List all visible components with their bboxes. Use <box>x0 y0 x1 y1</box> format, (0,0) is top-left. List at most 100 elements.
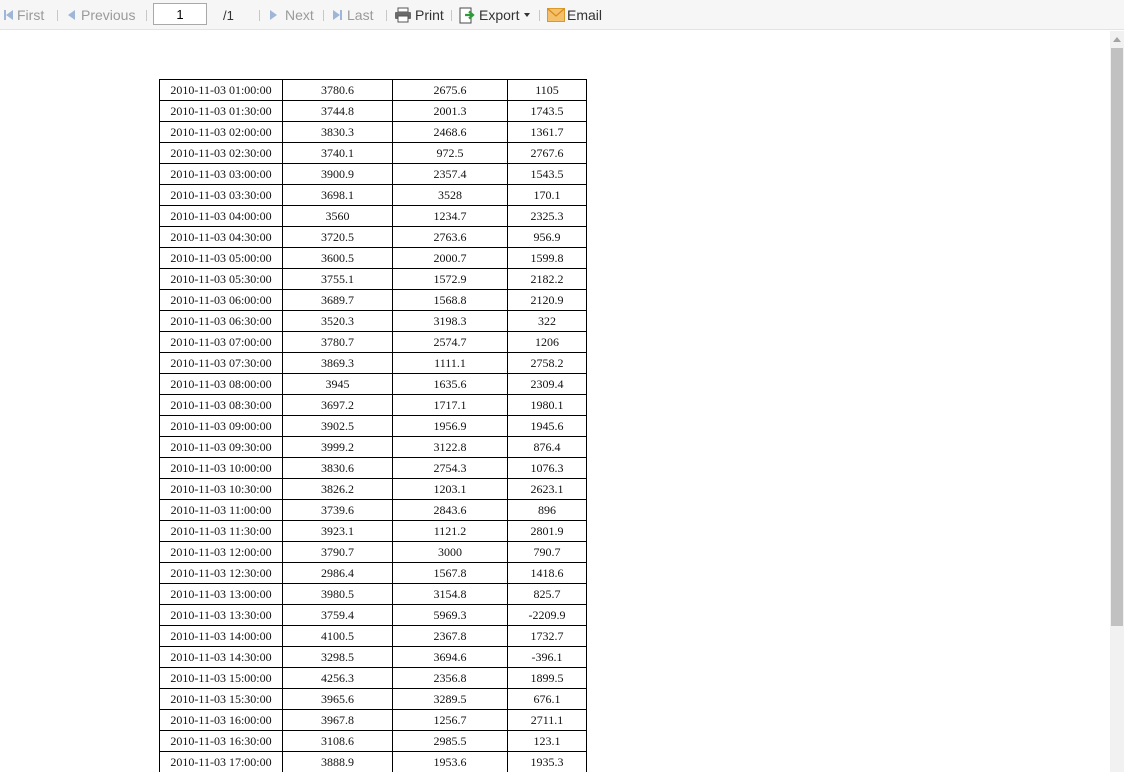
value-cell: 3740.1 <box>282 142 393 164</box>
email-label: Email <box>567 7 603 23</box>
scroll-up-arrow-icon[interactable] <box>1113 37 1121 42</box>
timestamp-cell: 2010-11-03 05:30:00 <box>159 268 283 290</box>
value-cell: 2309.4 <box>507 373 587 395</box>
value-cell: 3945 <box>282 373 393 395</box>
value-cell: 3965.6 <box>282 688 393 710</box>
value-cell: 1203.1 <box>392 478 508 500</box>
value-cell: 1234.7 <box>392 205 508 227</box>
table-row: 2010-11-03 08:00:00 3945 1635.6 2309.4 <box>159 373 587 395</box>
value-cell: 3830.6 <box>282 457 393 479</box>
report-toolbar: First Previous /1 Next Last Print <box>0 0 1124 30</box>
timestamp-cell: 2010-11-03 12:30:00 <box>159 562 283 584</box>
export-button[interactable]: Export <box>459 0 531 30</box>
value-cell: 2711.1 <box>507 709 587 731</box>
first-page-button[interactable]: First <box>4 0 44 30</box>
value-cell: 3780.6 <box>282 79 393 101</box>
timestamp-cell: 2010-11-03 03:30:00 <box>159 184 283 206</box>
value-cell: 5969.3 <box>392 604 508 626</box>
value-cell: 1256.7 <box>392 709 508 731</box>
value-cell: 825.7 <box>507 583 587 605</box>
printer-icon <box>394 7 412 23</box>
value-cell: 4100.5 <box>282 625 393 647</box>
value-cell: 1935.3 <box>507 751 587 772</box>
table-row: 2010-11-03 16:00:00 3967.8 1256.7 2711.1 <box>159 709 587 731</box>
timestamp-cell: 2010-11-03 17:00:00 <box>159 751 283 772</box>
value-cell: 1899.5 <box>507 667 587 689</box>
timestamp-cell: 2010-11-03 14:30:00 <box>159 646 283 668</box>
timestamp-cell: 2010-11-03 07:30:00 <box>159 352 283 374</box>
table-row: 2010-11-03 05:00:00 3600.5 2000.7 1599.8 <box>159 247 587 269</box>
table-row: 2010-11-03 10:30:00 3826.2 1203.1 2623.1 <box>159 478 587 500</box>
value-cell: 3198.3 <box>392 310 508 332</box>
value-cell: 1717.1 <box>392 394 508 416</box>
value-cell: 1076.3 <box>507 457 587 479</box>
value-cell: 1568.8 <box>392 289 508 311</box>
value-cell: 2754.3 <box>392 457 508 479</box>
next-page-button[interactable]: Next <box>270 0 314 30</box>
first-page-icon <box>4 10 13 20</box>
table-row: 2010-11-03 15:00:00 4256.3 2356.8 1899.5 <box>159 667 587 689</box>
value-cell: 3720.5 <box>282 226 393 248</box>
table-row: 2010-11-03 12:30:00 2986.4 1567.8 1418.6 <box>159 562 587 584</box>
timestamp-cell: 2010-11-03 13:30:00 <box>159 604 283 626</box>
value-cell: 1361.7 <box>507 121 587 143</box>
timestamp-cell: 2010-11-03 07:00:00 <box>159 331 283 353</box>
page-number-input[interactable] <box>153 3 207 25</box>
value-cell: 3780.7 <box>282 331 393 353</box>
table-row: 2010-11-03 01:30:00 3744.8 2001.3 1743.5 <box>159 100 587 122</box>
value-cell: 3902.5 <box>282 415 393 437</box>
toolbar-divider <box>323 10 324 21</box>
vertical-scrollbar[interactable] <box>1110 31 1124 772</box>
value-cell: 2356.8 <box>392 667 508 689</box>
timestamp-cell: 2010-11-03 10:30:00 <box>159 478 283 500</box>
timestamp-cell: 2010-11-03 06:00:00 <box>159 289 283 311</box>
timestamp-cell: 2010-11-03 15:30:00 <box>159 688 283 710</box>
table-row: 2010-11-03 02:00:00 3830.3 2468.6 1361.7 <box>159 121 587 143</box>
table-row: 2010-11-03 09:30:00 3999.2 3122.8 876.4 <box>159 436 587 458</box>
value-cell: 2468.6 <box>392 121 508 143</box>
value-cell: 876.4 <box>507 436 587 458</box>
scrollbar-thumb[interactable] <box>1111 48 1123 626</box>
value-cell: 170.1 <box>507 184 587 206</box>
table-row: 2010-11-03 06:00:00 3689.7 1568.8 2120.9 <box>159 289 587 311</box>
value-cell: 2763.6 <box>392 226 508 248</box>
chevron-down-icon <box>524 13 531 17</box>
timestamp-cell: 2010-11-03 11:00:00 <box>159 499 283 521</box>
print-button[interactable]: Print <box>394 0 444 30</box>
timestamp-cell: 2010-11-03 08:30:00 <box>159 394 283 416</box>
value-cell: 3830.3 <box>282 121 393 143</box>
previous-page-button[interactable]: Previous <box>68 0 135 30</box>
value-cell: 3298.5 <box>282 646 393 668</box>
timestamp-cell: 2010-11-03 01:30:00 <box>159 100 283 122</box>
table-row: 2010-11-03 17:00:00 3888.9 1953.6 1935.3 <box>159 751 587 772</box>
toolbar-divider <box>451 10 452 21</box>
table-row: 2010-11-03 09:00:00 3902.5 1956.9 1945.6 <box>159 415 587 437</box>
timestamp-cell: 2010-11-03 12:00:00 <box>159 541 283 563</box>
value-cell: 1599.8 <box>507 247 587 269</box>
value-cell: 3122.8 <box>392 436 508 458</box>
table-row: 2010-11-03 13:30:00 3759.4 5969.3 -2209.9 <box>159 604 587 626</box>
value-cell: 1732.7 <box>507 625 587 647</box>
value-cell: 1567.8 <box>392 562 508 584</box>
table-row: 2010-11-03 11:30:00 3923.1 1121.2 2801.9 <box>159 520 587 542</box>
value-cell: 3999.2 <box>282 436 393 458</box>
export-label: Export <box>479 7 520 23</box>
table-row: 2010-11-03 03:30:00 3698.1 3528 170.1 <box>159 184 587 206</box>
email-button[interactable]: Email <box>547 0 602 30</box>
value-cell: -2209.9 <box>507 604 587 626</box>
value-cell: 2758.2 <box>507 352 587 374</box>
timestamp-cell: 2010-11-03 05:00:00 <box>159 247 283 269</box>
timestamp-cell: 2010-11-03 04:30:00 <box>159 226 283 248</box>
value-cell: 1945.6 <box>507 415 587 437</box>
value-cell: 2623.1 <box>507 478 587 500</box>
table-row: 2010-11-03 05:30:00 3755.1 1572.9 2182.2 <box>159 268 587 290</box>
table-row: 2010-11-03 06:30:00 3520.3 3198.3 322 <box>159 310 587 332</box>
table-row: 2010-11-03 07:00:00 3780.7 2574.7 1206 <box>159 331 587 353</box>
value-cell: 123.1 <box>507 730 587 752</box>
value-cell: 1980.1 <box>507 394 587 416</box>
last-page-button[interactable]: Last <box>333 0 373 30</box>
value-cell: 3869.3 <box>282 352 393 374</box>
envelope-icon <box>547 8 565 22</box>
timestamp-cell: 2010-11-03 11:30:00 <box>159 520 283 542</box>
value-cell: 2182.2 <box>507 268 587 290</box>
